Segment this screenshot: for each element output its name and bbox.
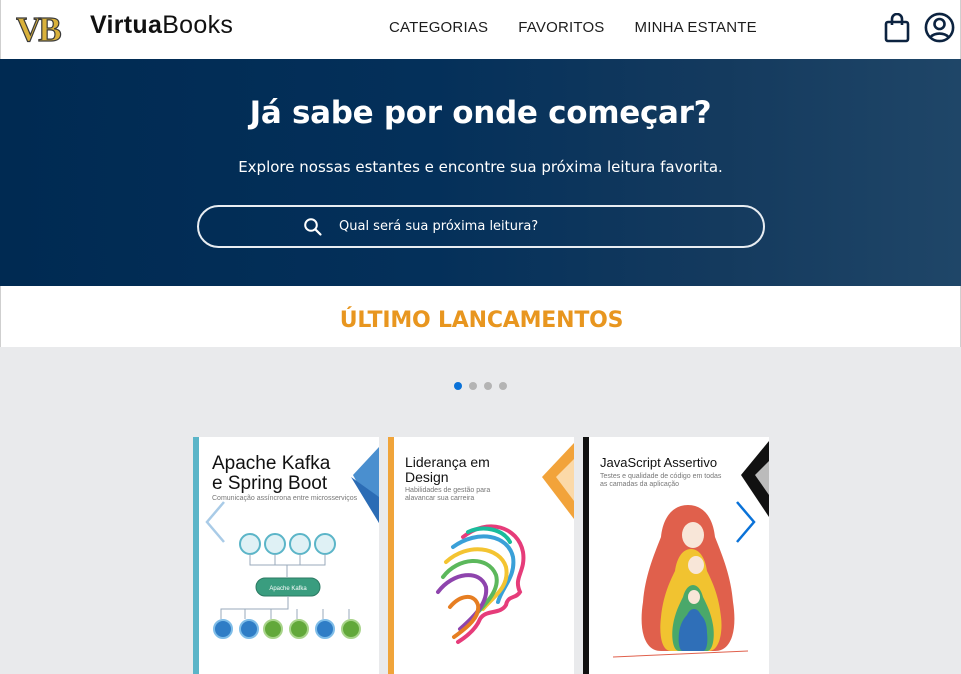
- virtuabooks-logo-mark[interactable]: VB: [16, 10, 74, 46]
- header: VB VirtuaBooks CATEGORIAS FAVORITOS MINH…: [0, 0, 961, 59]
- nav-favoritos[interactable]: FAVORITOS: [518, 19, 604, 36]
- book-title: Liderança em Design: [405, 455, 490, 485]
- nav-categorias[interactable]: CATEGORIAS: [389, 19, 488, 36]
- book-subtitle: Habilidades de gestão para alavancar sua…: [405, 487, 491, 502]
- book-title-line2: e Spring Boot: [212, 473, 328, 494]
- releases-section-header: ÚLTIMO LANCAMENTOS: [0, 286, 961, 347]
- carousel-dot-1[interactable]: [454, 382, 462, 390]
- search-bar[interactable]: [197, 205, 765, 248]
- search-icon[interactable]: [303, 217, 323, 237]
- book-title-line1: JavaScript Assertivo: [600, 455, 718, 470]
- chevron-left-icon: [205, 501, 225, 543]
- carousel-next-button[interactable]: [733, 500, 757, 544]
- book-card-lideranca-em-design[interactable]: Liderança em Design Habilidades de gestã…: [388, 437, 574, 674]
- book-title: Apache Kafka e Spring Boot: [212, 454, 330, 494]
- book-title-line2: Design: [405, 469, 449, 485]
- main-nav: CATEGORIAS FAVORITOS MINHA ESTANTE: [389, 19, 787, 36]
- carousel-dot-3[interactable]: [484, 382, 492, 390]
- carousel-prev-button[interactable]: [204, 500, 228, 544]
- releases-carousel: Apache Kafka Apache Kafka e Spring Boot …: [0, 347, 961, 674]
- shopping-bag-icon[interactable]: [884, 13, 910, 43]
- book-subtitle: Comunicação assíncrona entre microsservi…: [212, 495, 358, 502]
- book-card-apache-kafka[interactable]: Apache Kafka Apache Kafka e Spring Boot …: [193, 437, 379, 674]
- diagram-center-label: Apache Kafka: [269, 586, 307, 592]
- carousel-pagination: [454, 382, 507, 390]
- brand-name-bold: Virtua: [90, 11, 163, 39]
- book-card-javascript-assertivo[interactable]: JavaScript Assertivo Testes e qualidade …: [583, 437, 769, 674]
- nav-minha-estante[interactable]: MINHA ESTANTE: [635, 19, 757, 36]
- hero-title: Já sabe por onde começar?: [249, 95, 712, 131]
- book-subtitle: Testes e qualidade de código em todas as…: [600, 473, 722, 488]
- chevron-right-icon: [736, 501, 756, 543]
- user-account-icon[interactable]: [924, 12, 955, 43]
- brand-name-light: Books: [162, 11, 234, 39]
- book-title-line1: Liderança em: [405, 454, 490, 470]
- svg-text:VB: VB: [16, 10, 61, 46]
- book-title-line1: Apache Kafka: [212, 453, 331, 474]
- carousel-dot-2[interactable]: [469, 382, 477, 390]
- book-title: JavaScript Assertivo: [600, 455, 717, 470]
- hero-banner: Já sabe por onde começar? Explore nossas…: [0, 59, 961, 286]
- section-title: ÚLTIMO LANCAMENTOS: [339, 308, 624, 333]
- hero-subtitle: Explore nossas estantes e encontre sua p…: [238, 158, 723, 176]
- search-input[interactable]: [339, 207, 719, 246]
- carousel-dot-4[interactable]: [499, 382, 507, 390]
- brand-name[interactable]: VirtuaBooks: [90, 11, 233, 40]
